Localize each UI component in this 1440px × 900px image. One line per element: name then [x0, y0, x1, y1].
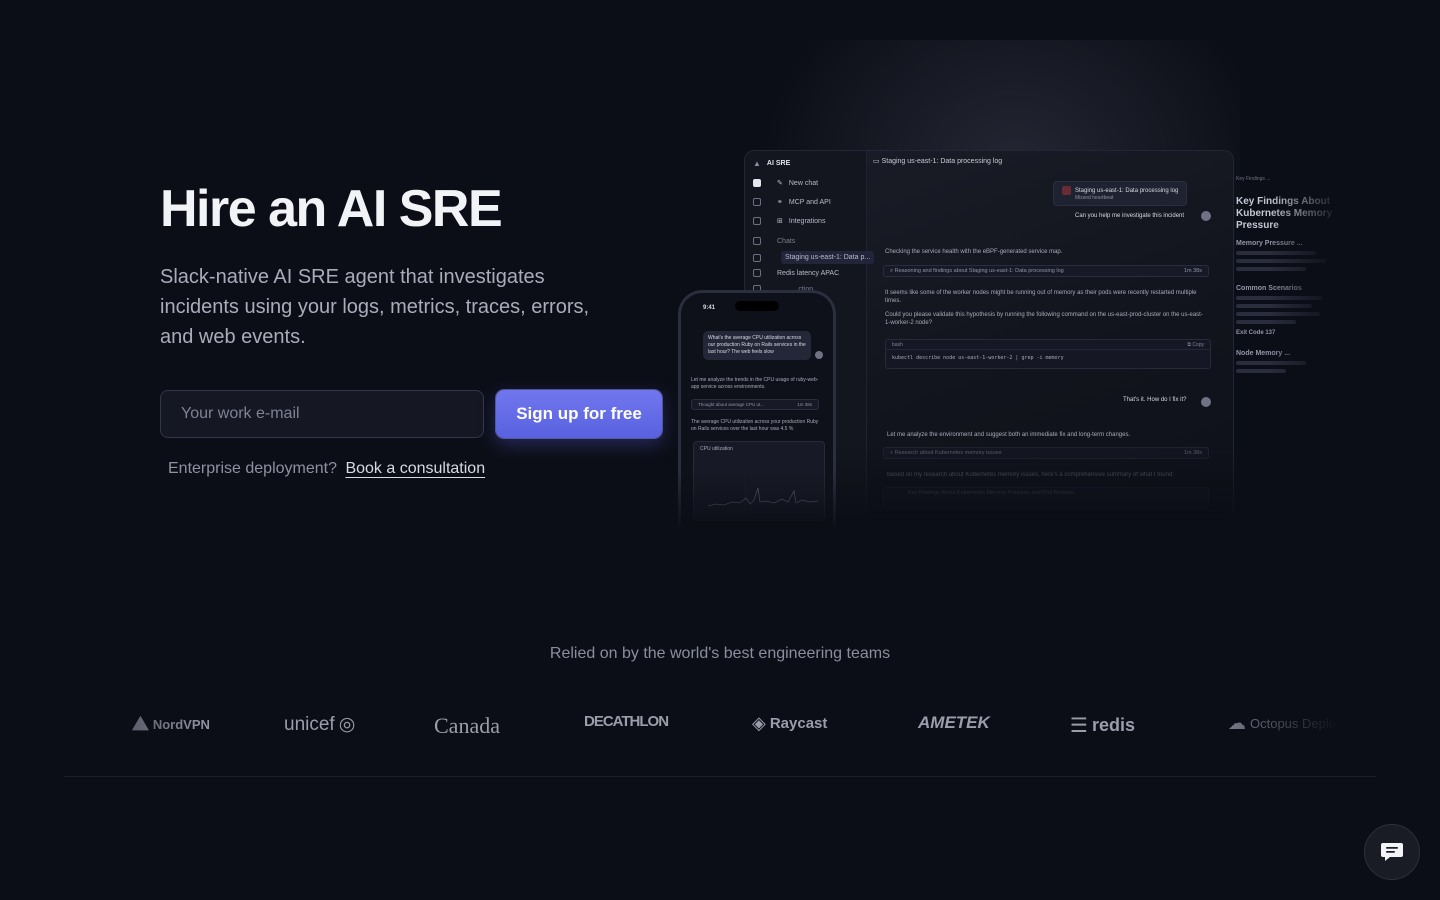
- divider: [64, 776, 1376, 777]
- search-icon: ⌕: [890, 268, 894, 274]
- logo-nordvpn: ⛰ NordVPN: [132, 713, 210, 735]
- stack-icon: ☰: [1070, 715, 1088, 737]
- enterprise-text: Enterprise deployment?: [168, 460, 337, 477]
- plug-icon: ⚭: [777, 199, 783, 206]
- phone-thought-pill[interactable]: Thought about average CPU ut... 1m 38s: [691, 399, 819, 410]
- phone-time: 9:41: [703, 305, 716, 311]
- mountain-icon: ⛰: [132, 713, 149, 735]
- code-line: kubectl describe node us-east-1-worker-2…: [892, 355, 1064, 361]
- logo-octopus-deploy: ☁ Octopus Deploy: [1228, 713, 1343, 733]
- research-pill[interactable]: ⌕ Research about Kubernetes memory issue…: [883, 447, 1209, 459]
- pencil-icon: ✎: [777, 180, 783, 187]
- hero: Hire an AI SRE Slack-native AI SRE agent…: [160, 178, 680, 352]
- chat-item[interactable]: Staging us-east-1: Data p...: [753, 251, 875, 264]
- signup-button[interactable]: Sign up for free: [496, 390, 662, 438]
- avatar: [1201, 397, 1211, 407]
- social-proof-heading: Relied on by the world's best engineerin…: [549, 645, 891, 662]
- code-block: bash ⧉ Copy kubectl describe node us-east…: [885, 339, 1211, 369]
- square-icon: [753, 237, 761, 245]
- findings-pane: Key Findings ... Key Findings About Kube…: [1236, 176, 1346, 476]
- phone-assistant-text: Let me analyze the trends in the CPU usa…: [691, 377, 819, 390]
- square-icon: [753, 253, 761, 262]
- finding-card[interactable]: Key Findings About Kubernetes Memory Pre…: [883, 487, 1209, 509]
- octopus-icon: ☁: [1228, 713, 1246, 733]
- square-icon: [753, 198, 761, 206]
- search-icon: ⌕: [890, 450, 894, 456]
- assistant-text: Could you please validate this hypothesi…: [885, 312, 1203, 326]
- assistant-text: Based on my research about Kubernetes me…: [887, 472, 1174, 478]
- signup-form: Sign up for free: [160, 390, 662, 438]
- grid-icon: ⊞: [777, 218, 783, 225]
- copy-button[interactable]: ⧉ Copy: [1187, 342, 1204, 348]
- user-message: That's it. How do I fix it?: [1123, 397, 1187, 403]
- customer-logos: ⛰ NordVPN unicef ◎ Canada DECATHLON ◈ Rayca…: [120, 705, 1343, 745]
- phone-assistant-text: The average CPU utilization across your …: [691, 419, 819, 432]
- assistant-text: It seems like some of the worker nodes m…: [885, 290, 1197, 304]
- hero-subtitle: Slack-native AI SRE agent that investiga…: [160, 266, 590, 348]
- avatar: [815, 351, 823, 359]
- copy-icon: ⧉: [1187, 342, 1191, 348]
- cpu-chart: CPU utilization: [693, 441, 825, 521]
- logo-decathlon: DECATHLON: [584, 713, 669, 730]
- raycast-icon: ◈: [752, 713, 766, 733]
- phone-notch: [735, 301, 779, 311]
- avatar: [1201, 211, 1211, 221]
- sidebar-item-mcp[interactable]: ⚭ MCP and API: [753, 198, 831, 206]
- globe-icon: ◎: [338, 714, 356, 735]
- chat-bubble-icon: [1381, 843, 1403, 861]
- alert-icon: [1062, 186, 1071, 195]
- reasoning-pill[interactable]: ⌕ Reasoning and findings about Staging u…: [883, 265, 1209, 277]
- findings-title: Key Findings About Kubernetes Memory Pre…: [1236, 196, 1333, 231]
- chat-pane: ▭ Staging us-east-1: Data processing log…: [867, 151, 1233, 519]
- chat-title: ▭ Staging us-east-1: Data processing log: [873, 158, 1003, 165]
- chats-heading: Chats: [753, 237, 795, 245]
- app-name: AI SRE: [766, 160, 791, 167]
- support-chat-button[interactable]: [1364, 824, 1420, 880]
- chat-item[interactable]: Redis latency APAC: [753, 269, 839, 277]
- enterprise-note: Enterprise deployment? Book a consultati…: [168, 460, 485, 478]
- logo-redis: ☰ redis: [1070, 715, 1135, 737]
- square-icon: [753, 179, 761, 187]
- logo-icon: ▲: [753, 159, 761, 168]
- incident-card[interactable]: Staging us-east-1: Data processing log M…: [1053, 181, 1188, 206]
- logo-unicef: unicef ◎: [284, 713, 356, 736]
- page-title: Hire an AI SRE: [160, 180, 503, 238]
- cpu-sparkline: [707, 487, 819, 507]
- logo-canada: Canada: [434, 713, 500, 738]
- book-consultation-link[interactable]: Book a consultation: [345, 460, 485, 477]
- logo-ametek: AMETEK: [918, 713, 990, 732]
- doc-icon: ▭: [873, 158, 880, 165]
- square-icon: [753, 269, 761, 277]
- app-screenshot-phone: 9:41 What's the average CPU utilization …: [678, 290, 836, 530]
- sidebar-item-integrations[interactable]: ⊞ Integrations: [753, 217, 825, 225]
- assistant-text: Let me analyze the environment and sugge…: [887, 432, 1131, 438]
- user-message: Can you help me investigate this inciden…: [1075, 213, 1185, 219]
- email-input[interactable]: [160, 390, 484, 438]
- logo-raycast: ◈ Raycast: [752, 713, 828, 733]
- sidebar-item-new-chat[interactable]: ✎ New chat: [753, 179, 818, 187]
- square-icon: [753, 217, 761, 225]
- phone-user-message: What's the average CPU utilization acros…: [703, 331, 811, 360]
- assistant-text: Checking the service health with the eBP…: [885, 249, 1063, 255]
